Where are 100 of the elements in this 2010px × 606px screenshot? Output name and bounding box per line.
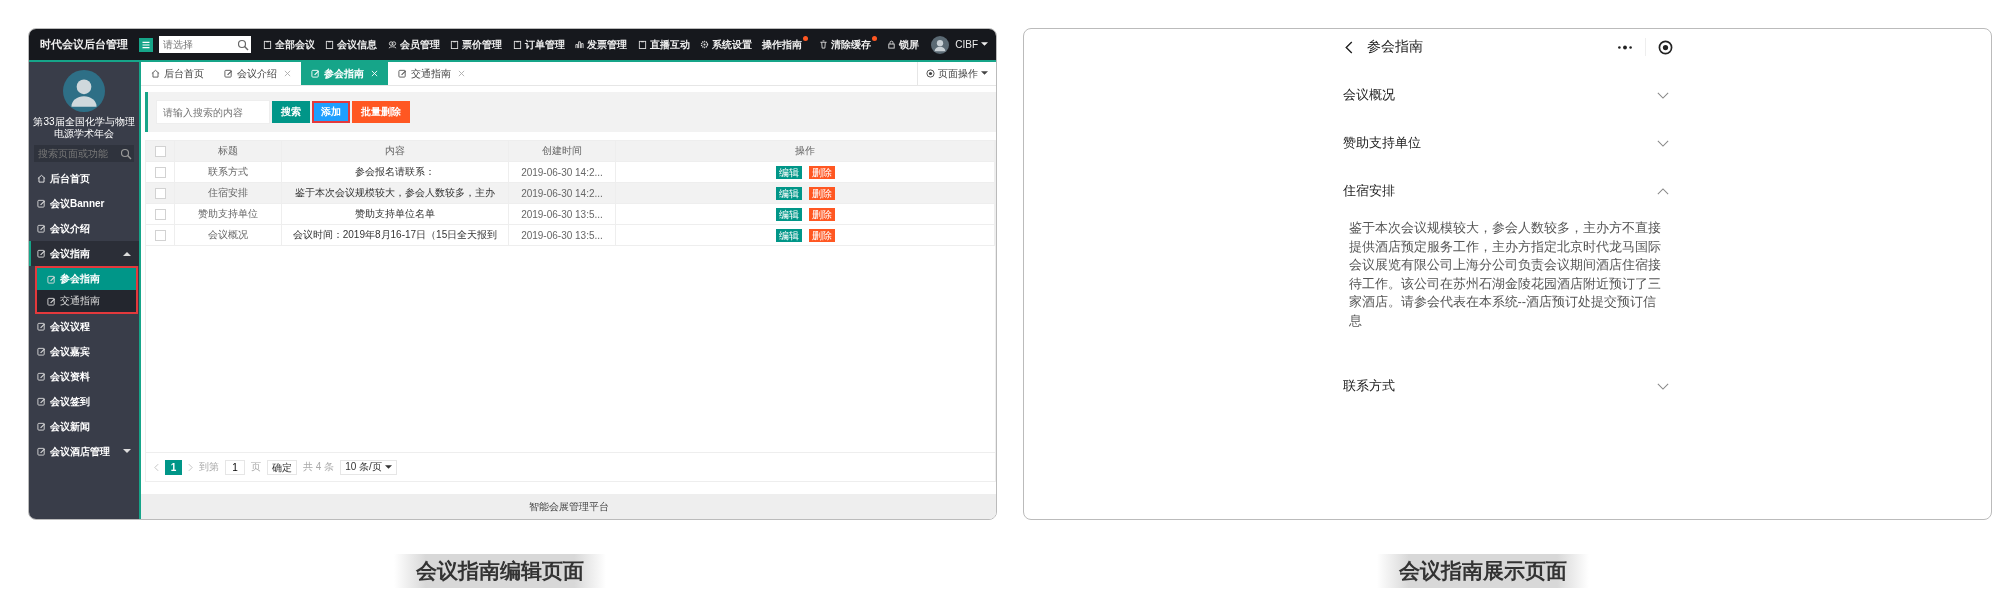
nav-item[interactable]: 锁屏 (887, 37, 920, 52)
accordion-header[interactable]: 联系方式 (1342, 374, 1673, 398)
nav-item[interactable]: 操作指南 (762, 37, 803, 52)
tab[interactable]: 后台首页 (141, 62, 214, 85)
home-icon (37, 174, 46, 183)
nav-item[interactable]: 会议信息 (325, 37, 378, 52)
edit-icon (311, 69, 320, 78)
sidebar-item[interactable]: 会议指南 (29, 241, 139, 266)
page-actions-menu[interactable]: 页面操作 (917, 62, 996, 85)
table-cell: 联系方式 (174, 161, 282, 183)
table-cell: 2019-06-30 13:5... (508, 224, 616, 246)
edit-icon (37, 447, 46, 456)
sidebar-subitem[interactable]: 交通指南 (37, 290, 136, 312)
close-icon[interactable] (284, 70, 291, 77)
edit-icon (37, 347, 46, 356)
previous-icon[interactable] (154, 462, 159, 472)
accordion-header[interactable]: 赞助支持单位 (1342, 131, 1673, 155)
edit-button[interactable]: 编辑 (775, 186, 802, 200)
sidebar-item[interactable]: 会议新闻 (29, 414, 139, 439)
next-icon[interactable] (188, 462, 193, 472)
page-button[interactable]: 1 (165, 459, 182, 475)
nav-item[interactable]: 清除缓存 (818, 37, 871, 52)
edit-button[interactable]: 编辑 (775, 165, 802, 179)
caret-up-icon (123, 251, 131, 256)
edit-icon (37, 224, 46, 233)
edit-icon (224, 69, 233, 78)
page-size-select[interactable]: 10 条/页 (340, 459, 397, 475)
nav-item[interactable]: 直播互动 (637, 37, 690, 52)
edit-icon (47, 296, 56, 306)
search-icon[interactable] (117, 145, 134, 162)
goto-label: 到第 (199, 460, 219, 474)
table-cell: 2019-06-30 14:2... (508, 161, 616, 183)
nav-item[interactable]: 订单管理 (512, 37, 565, 52)
lock-icon (887, 40, 897, 49)
menu-icon[interactable] (139, 37, 153, 52)
caption: 会议指南编辑页面 (394, 554, 606, 588)
edit-icon (47, 274, 56, 284)
nav-item[interactable]: 会员管理 (387, 37, 440, 52)
avatar (63, 70, 105, 112)
target-icon[interactable] (1657, 39, 1673, 55)
accordion-header[interactable]: 会议概况 (1342, 83, 1673, 107)
edit-icon (37, 199, 46, 208)
footer-text: 智能会展管理平台 (528, 499, 609, 514)
chevron-down-icon (1656, 382, 1669, 390)
checkbox[interactable] (154, 229, 166, 241)
caret-down-icon (123, 449, 131, 454)
accordion-text: 鉴于本次会议规模较大，参会人数较多，主办方不直接提供酒店预定服务工作，主办方指定北京时代龙马国际会议展览有限公司上海分公司负责会议期间酒店住宿接待工作。该公司在苏州石湖金陵花园酒店附近预订了三家酒店。请参会代表在本系统--酒店预订处提交预订信息 (1348, 219, 1661, 330)
checkbox[interactable] (154, 166, 166, 178)
users-icon (387, 40, 397, 49)
sidebar-item[interactable]: 会议议程 (29, 314, 139, 339)
conference-name: 第33届全国化学与物理电源学术年会 (32, 116, 136, 140)
caret-down-icon (384, 464, 392, 470)
table-cell: 会议时间：2019年8月16-17日（15日全天报到 (281, 224, 509, 246)
table-cell: 鉴于本次会议规模较大，参会人数较多，主办 (281, 182, 509, 204)
checkbox[interactable] (154, 145, 166, 157)
avatar[interactable] (931, 35, 950, 54)
edit-button[interactable]: 编辑 (775, 207, 802, 221)
column-header: 内容 (281, 141, 509, 162)
nav-item[interactable]: 全部会议 (263, 37, 315, 52)
edit-icon (37, 249, 46, 258)
checkbox[interactable] (154, 208, 166, 220)
sidebar-item[interactable]: 会议资料 (29, 364, 139, 389)
table-cell: 赞助支持单位名单 (281, 203, 509, 225)
accordion-header[interactable]: 住宿安排 (1342, 179, 1673, 203)
more-icon[interactable] (1616, 44, 1633, 50)
nav-item[interactable]: 发票管理 (575, 37, 628, 52)
search-icon[interactable] (234, 36, 251, 53)
user-menu[interactable]: CIBF (955, 39, 978, 50)
sidebar-item[interactable]: 会议嘉宾 (29, 339, 139, 364)
back-icon[interactable] (1344, 40, 1353, 54)
target-icon (926, 69, 935, 78)
column-header: 操作 (615, 141, 995, 162)
sidebar-item[interactable]: 会议签到 (29, 389, 139, 414)
column-header: 创建时间 (508, 141, 616, 162)
nav-item[interactable]: 系统设置 (699, 37, 752, 52)
clipboard-icon (512, 40, 522, 49)
edit-icon (398, 69, 407, 78)
close-icon[interactable] (458, 70, 465, 77)
table-cell: 参会报名请联系： (281, 161, 509, 183)
confirm-button[interactable]: 确定 (267, 459, 297, 475)
trash-icon (818, 40, 828, 49)
checkbox[interactable] (154, 187, 166, 199)
chevron-down-icon (1656, 139, 1669, 147)
sidebar-subitem[interactable]: 参会指南 (37, 268, 136, 290)
edit-button[interactable]: 编辑 (775, 228, 802, 242)
page-title: 参会指南 (1366, 38, 1423, 56)
search-field[interactable]: 请输入搜索的内容 (156, 100, 270, 124)
tab[interactable]: 会议介绍 (214, 62, 301, 85)
nav-item[interactable]: 票价管理 (450, 37, 503, 52)
sidebar-item[interactable]: 会议Banner (29, 191, 139, 216)
tab[interactable]: 交通指南 (388, 62, 475, 85)
sidebar-item[interactable]: 会议介绍 (29, 216, 139, 241)
sidebar-item[interactable]: 会议酒店管理 (29, 439, 139, 464)
page-input[interactable]: 1 (225, 459, 245, 475)
search-field[interactable]: 请选择 (159, 36, 234, 53)
table-cell: 会议概况 (174, 224, 282, 246)
sidebar-item[interactable]: 后台首页 (29, 166, 139, 191)
caret-down-icon[interactable] (981, 42, 988, 47)
search-button[interactable]: 搜索 (272, 101, 310, 123)
edit-icon (37, 397, 46, 406)
